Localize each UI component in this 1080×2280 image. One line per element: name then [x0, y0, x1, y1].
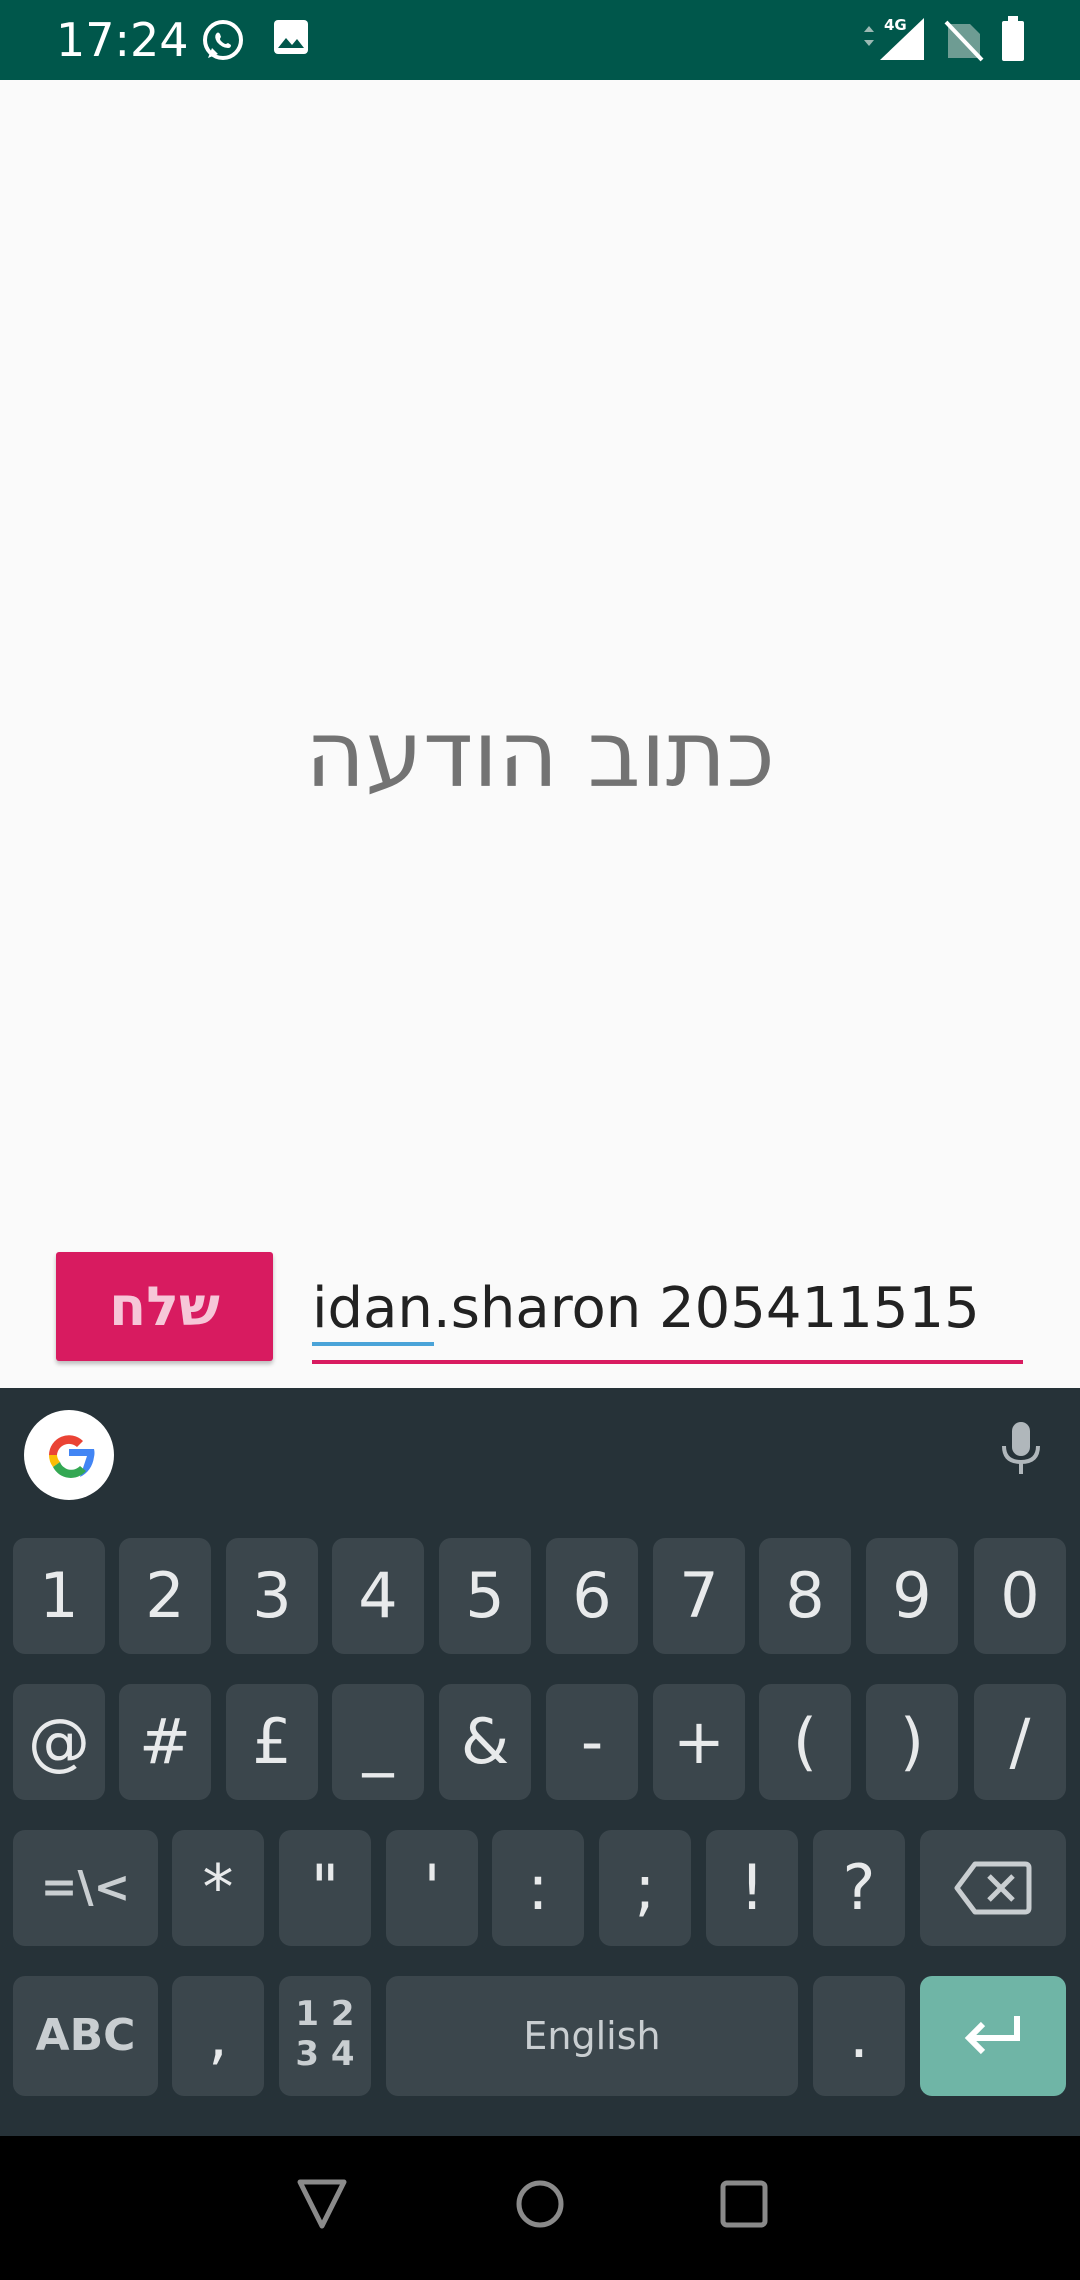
key-close-paren[interactable]: ): [866, 1684, 958, 1800]
signal-icon: 4G: [864, 16, 924, 60]
key-2[interactable]: 2: [119, 1538, 211, 1654]
key-exclamation[interactable]: !: [706, 1830, 798, 1946]
key-1[interactable]: 1: [13, 1538, 105, 1654]
enter-key[interactable]: [920, 1976, 1066, 2096]
key-apostrophe[interactable]: ': [386, 1830, 478, 1946]
key-slash[interactable]: /: [974, 1684, 1066, 1800]
key-comma[interactable]: ,: [172, 1976, 264, 2096]
status-bar: 17:24 4G: [0, 0, 1080, 80]
key-semicolon[interactable]: ;: [599, 1830, 691, 1946]
abc-key[interactable]: ABC: [13, 1976, 158, 2096]
no-sim-icon: [944, 20, 984, 62]
battery-icon: [1002, 16, 1024, 61]
spellcheck-underline: [312, 1342, 434, 1346]
send-button[interactable]: שלח: [56, 1252, 273, 1361]
space-key[interactable]: English: [386, 1976, 798, 2096]
key-ampersand[interactable]: &: [439, 1684, 531, 1800]
enter-icon: [964, 2016, 1020, 2055]
home-icon[interactable]: [514, 2176, 566, 2232]
message-input-text: idan.sharon 205411515: [312, 1276, 980, 1341]
key-period[interactable]: .: [813, 1976, 905, 2096]
google-search-button[interactable]: [24, 1410, 114, 1500]
microphone-icon[interactable]: [995, 1418, 1047, 1482]
key-7[interactable]: 7: [653, 1538, 745, 1654]
google-icon: [49, 1435, 95, 1478]
key-3[interactable]: 3: [226, 1538, 318, 1654]
recents-icon[interactable]: [718, 2176, 770, 2232]
numpad-key-top: 1 2: [295, 1994, 355, 2034]
backspace-icon: [954, 1861, 1032, 1915]
navigation-bar: [0, 2136, 1080, 2280]
key-open-paren[interactable]: (: [759, 1684, 851, 1800]
key-0[interactable]: 0: [974, 1538, 1066, 1654]
message-input[interactable]: idan.sharon 205411515: [312, 1272, 1023, 1364]
numpad-key[interactable]: 1 2 3 4: [279, 1976, 371, 2096]
page-title: כתוב הודעה: [305, 701, 775, 808]
key-pound[interactable]: £: [226, 1684, 318, 1800]
key-9[interactable]: 9: [866, 1538, 958, 1654]
key-minus[interactable]: -: [546, 1684, 638, 1800]
key-double-quote[interactable]: ": [279, 1830, 371, 1946]
whatsapp-icon: [203, 20, 243, 60]
key-asterisk[interactable]: *: [172, 1830, 264, 1946]
key-5[interactable]: 5: [439, 1538, 531, 1654]
backspace-key[interactable]: [920, 1830, 1066, 1946]
network-type-label: 4G: [884, 16, 907, 34]
key-at[interactable]: @: [13, 1684, 105, 1800]
status-time: 17:24: [56, 13, 189, 67]
key-underscore[interactable]: _: [332, 1684, 424, 1800]
numpad-key-bottom: 3 4: [295, 2034, 355, 2074]
key-plus[interactable]: +: [653, 1684, 745, 1800]
key-hash[interactable]: #: [119, 1684, 211, 1800]
key-more-symbols[interactable]: =\<: [13, 1830, 158, 1946]
back-icon[interactable]: [296, 2176, 348, 2232]
key-colon[interactable]: :: [492, 1830, 584, 1946]
key-4[interactable]: 4: [332, 1538, 424, 1654]
key-question[interactable]: ?: [813, 1830, 905, 1946]
key-8[interactable]: 8: [759, 1538, 851, 1654]
key-6[interactable]: 6: [546, 1538, 638, 1654]
gallery-icon: [274, 20, 308, 54]
keyboard: 1 2 3 4 5 6 7 8 9 0 @ # £ _ & - + ( ) / …: [0, 1388, 1080, 2136]
